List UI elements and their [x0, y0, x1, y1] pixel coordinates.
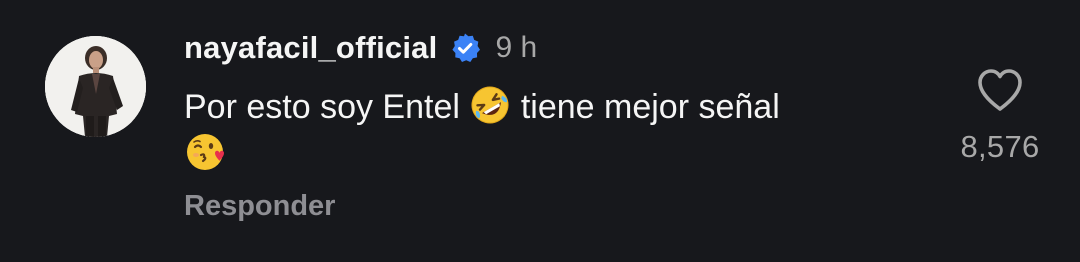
verified-badge-icon	[449, 32, 481, 64]
face-blowing-kiss-emoji-icon	[184, 131, 226, 173]
avatar-photo	[45, 36, 146, 137]
comment-text: Por esto soy Entel tiene mejor señal	[184, 84, 924, 178]
username[interactable]: nayafacil_official	[184, 30, 437, 66]
heart-outline-icon[interactable]	[976, 68, 1024, 112]
comment-header: nayafacil_official 9 h	[184, 28, 537, 68]
like-section: 8,576	[940, 68, 1060, 178]
comment-item: nayafacil_official 9 h Por esto soy Ente…	[0, 0, 1080, 262]
comment-text-part-1: Por esto soy Entel	[184, 88, 460, 126]
reply-button[interactable]: Responder	[184, 190, 335, 223]
timestamp: 9 h	[495, 31, 538, 64]
rolling-on-floor-laughing-emoji-icon	[469, 84, 511, 126]
comment-text-part-2: tiene mejor señal	[520, 88, 780, 126]
like-count: 8,576	[960, 129, 1040, 164]
avatar[interactable]	[45, 36, 146, 137]
